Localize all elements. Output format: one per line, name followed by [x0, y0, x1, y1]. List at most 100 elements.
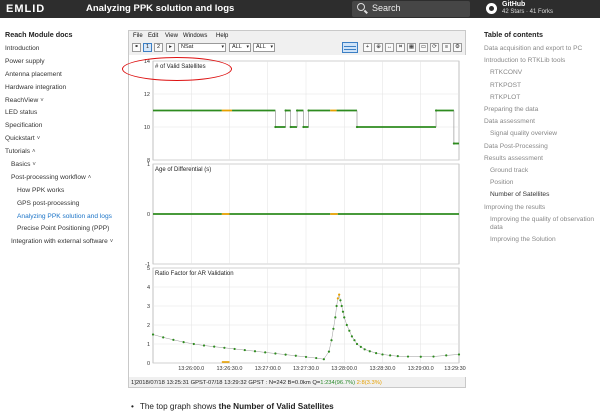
connect-icon[interactable]: ⚭ — [132, 43, 141, 52]
data-point — [338, 293, 341, 296]
sidebar-item[interactable]: Analyzing PPK solution and logs — [5, 213, 120, 221]
data-point — [233, 347, 236, 351]
grid-icon[interactable]: ▦ — [407, 43, 416, 52]
sidebar-item[interactable]: Power supply — [5, 58, 120, 67]
options-icon[interactable]: ≡ — [442, 43, 451, 52]
chevron-icon[interactable]: ˅ — [40, 98, 44, 104]
search-icon — [357, 3, 365, 11]
data-point — [355, 125, 359, 129]
toolbar-button-2[interactable]: 2 — [154, 43, 163, 52]
toc-item[interactable]: Position — [484, 179, 596, 187]
refresh-icon[interactable]: ⟳ — [430, 43, 439, 52]
sidebar-title[interactable]: Reach Module docs — [5, 30, 120, 39]
data-point — [253, 350, 257, 353]
sidebar-item[interactable]: Hardware integration — [5, 84, 120, 93]
sat-select[interactable]: ALL — [229, 43, 251, 52]
y-tick-label: 0 — [147, 361, 150, 367]
menu-help[interactable]: Help — [216, 33, 228, 39]
toc-item[interactable]: Ground track — [484, 167, 596, 175]
obs-select[interactable]: ALL — [253, 43, 275, 52]
toc-item[interactable]: Results assessment — [484, 155, 596, 163]
layout-icon[interactable] — [342, 42, 358, 53]
data-point — [368, 350, 371, 353]
data-point — [213, 345, 216, 348]
play-icon[interactable]: ▸ — [166, 43, 175, 52]
plus-icon[interactable]: + — [363, 43, 372, 52]
plot-type-select[interactable]: NSat — [178, 43, 226, 52]
toc-item[interactable]: Introduction to RTKLib tools — [484, 57, 596, 65]
panel-title: Ratio Factor for AR Validation — [155, 271, 234, 277]
toc-item[interactable]: Data assessment — [484, 118, 596, 126]
chevron-icon[interactable]: ˅ — [110, 239, 114, 245]
github-icon[interactable] — [486, 3, 497, 14]
toc-item[interactable]: Signal quality overview — [484, 130, 596, 138]
toc-item[interactable]: Improving the quality of observation dat… — [484, 216, 596, 232]
sidebar-item[interactable]: GPS post-processing — [5, 200, 120, 209]
y-tick-label: 5 — [147, 266, 150, 272]
data-point — [151, 333, 155, 336]
chevron-icon[interactable]: ˅ — [37, 136, 41, 142]
toc-item[interactable]: Improving the Solution — [484, 236, 596, 244]
y-tick-label: 2 — [147, 323, 150, 329]
toc-item[interactable]: Data acquisition and export to PC — [484, 45, 596, 53]
sidebar-item-label: Post-processing workflow — [11, 173, 86, 181]
sidebar-item[interactable]: Antenna placement — [5, 71, 120, 80]
toolbar: ⚭ 1 2 ▸ NSat ALL ALL + ⊕ ↔ ⌗ ▦ ▭ ⟳ ≡ ⚙ — [129, 42, 465, 54]
zoom-icon[interactable]: ▭ — [419, 43, 428, 52]
bullet-bold: the Number of Valid Satellites — [218, 402, 334, 411]
sidebar-item[interactable]: Tutorials ˄ — [5, 148, 120, 157]
toolbar-button-1[interactable]: 1 — [143, 43, 152, 52]
toc-item[interactable]: RTKPLOT — [484, 94, 596, 102]
data-point — [332, 327, 335, 330]
x-tick-label: 13:26:30.0 — [217, 366, 243, 372]
chevron-icon[interactable]: ˄ — [32, 149, 36, 155]
sidebar-item[interactable]: Specification — [5, 122, 120, 131]
sidebar-item[interactable]: Post-processing workflow ˄ — [5, 174, 120, 183]
plot-area[interactable]: 14 12 10 8 # of Valid Satellites 1 0 -1 Age of D… — [129, 55, 466, 377]
chevron-icon[interactable]: ˅ — [32, 162, 36, 168]
data-point — [457, 353, 461, 356]
status-text: 1]2018/07/18 13:25:31 GPST-07/18 13:29:3… — [131, 380, 321, 386]
toc-item[interactable]: Data Post-Processing — [484, 143, 596, 151]
menu-view[interactable]: View — [165, 33, 178, 39]
panel-title: Age of Differential (s) — [155, 167, 211, 173]
sidebar-item-label: Introduction — [5, 45, 40, 52]
sidebar-item[interactable]: Quickstart ˅ — [5, 135, 120, 144]
sidebar-item[interactable]: Precise Point Positioning (PPP) — [5, 225, 120, 234]
data-point — [289, 125, 292, 129]
data-point — [243, 348, 246, 352]
toc-item[interactable]: RTKPOST — [484, 82, 596, 90]
sync-icon[interactable]: ↔ — [385, 43, 394, 52]
sidebar-item[interactable]: Integration with external software ˅ — [5, 238, 120, 247]
toc-item[interactable]: Number of Satellites — [484, 191, 596, 199]
sidebar-item[interactable]: Basics ˅ — [5, 161, 120, 170]
fit-icon[interactable]: ⌗ — [396, 43, 405, 52]
center-icon[interactable]: ⊕ — [374, 43, 383, 52]
emlid-logo[interactable]: EMLID — [6, 3, 45, 15]
toc-item[interactable]: RTKCONV — [484, 69, 596, 77]
data-point — [335, 304, 338, 308]
data-point — [419, 355, 422, 358]
toc-item[interactable]: Improving the results — [484, 204, 596, 212]
toc-item[interactable]: Preparing the data — [484, 106, 596, 114]
settings-icon[interactable]: ⚙ — [453, 43, 462, 52]
data-point — [343, 316, 346, 319]
data-point — [359, 345, 362, 348]
sidebar-item-label: Tutorials — [5, 148, 31, 156]
menu-windows[interactable]: Windows — [183, 33, 207, 39]
sidebar-item[interactable]: Introduction — [5, 45, 120, 54]
menu-edit[interactable]: Edit — [148, 33, 158, 39]
sidebar-item[interactable]: LED status — [5, 109, 120, 118]
data-point — [339, 299, 342, 302]
y-tick-label: 1 — [147, 342, 150, 348]
chevron-icon[interactable]: ˄ — [88, 175, 92, 181]
sidebar-item[interactable]: ReachView ˅ — [5, 97, 120, 106]
search-placeholder: Search — [372, 3, 401, 13]
sidebar-item[interactable]: How PPK works — [5, 187, 120, 196]
search-input[interactable]: Search — [352, 1, 470, 17]
data-point — [330, 339, 333, 342]
github-link[interactable]: GitHub — [502, 1, 525, 8]
menu-file[interactable]: File — [133, 33, 143, 39]
data-point — [182, 341, 185, 344]
data-point — [315, 356, 318, 360]
